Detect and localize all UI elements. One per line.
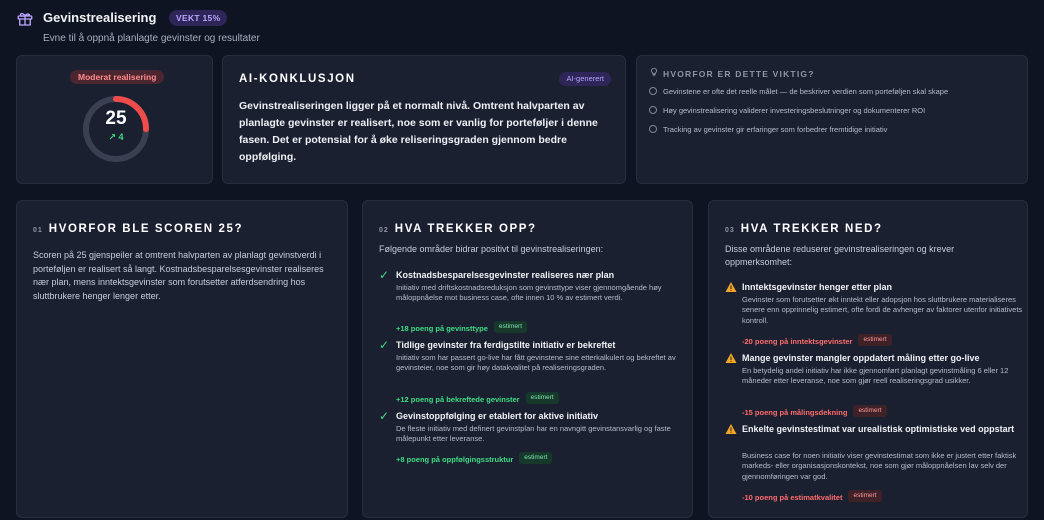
pulls-down-intro: Disse områdene reduserer gevinstrealiser… xyxy=(725,244,955,267)
ai-conclusion-card: AI-KONKLUSJON AI-generert Gevinstrealise… xyxy=(222,55,626,184)
estimate-tag: estimert xyxy=(493,320,528,333)
points-label: +8 poeng på oppfølgingsstruktur xyxy=(396,455,514,464)
item-footer: +8 poeng på oppfølgingsstruktur estimert xyxy=(396,449,553,464)
list-item: Tracking av gevinster gir erfaringer som… xyxy=(649,124,1019,135)
points-label: -10 poeng på estimatkvalitet xyxy=(742,493,843,502)
item-title: Enkelte gevinstestimat var urealistisk o… xyxy=(742,424,1015,434)
item-description: Initiativ som har passert go-live har få… xyxy=(396,353,676,373)
status-badge: Moderat realisering xyxy=(70,70,165,84)
item-title: Gevinstoppfølging er etablert for aktive… xyxy=(396,411,599,421)
estimate-tag: estimert xyxy=(853,404,887,417)
page-subtitle: Evne til å oppnå planlagte gevinster og … xyxy=(43,33,260,44)
pulls-up-card: 02 HVA TREKKER OPP? Følgende områder bidr… xyxy=(362,200,693,518)
score-value: 25 xyxy=(105,108,127,129)
list-item-text: Høy gevinstrealisering validerer investe… xyxy=(663,106,926,115)
checkmark-icon: ✓ xyxy=(379,338,390,352)
score-card: Moderat realisering 25 ↗ 4 xyxy=(16,55,213,184)
why-important-list: Gevinstene er ofte det reelle målet — de… xyxy=(649,86,1019,143)
check-circle-icon xyxy=(649,87,657,95)
estimate-tag: estimert xyxy=(519,451,553,464)
points-label: -20 poeng på inntektsgevinster xyxy=(742,337,853,346)
list-item-text: Gevinstene er ofte det reelle målet — de… xyxy=(663,87,949,96)
check-circle-icon xyxy=(649,125,657,133)
estimate-tag: estimert xyxy=(525,391,559,404)
estimate-tag: estimert xyxy=(848,489,882,502)
item-description: En betydelig andel initiativ har ikke gj… xyxy=(742,366,1009,386)
item-title: Kostnadsbesparelsesgevinster realiseres … xyxy=(396,270,615,280)
list-item: Gevinstene er ofte det reelle målet — de… xyxy=(649,86,1019,97)
item-footer: -10 poeng på estimatkvalitet estimert xyxy=(742,487,882,502)
item-footer: +18 poeng på gevinsttype estimert xyxy=(396,318,528,333)
checkmark-icon: ✓ xyxy=(379,268,390,282)
pulls-down-card: 03 HVA TREKKER NED? Disse områdene reduse… xyxy=(708,200,1028,518)
warning-triangle-icon xyxy=(725,282,737,292)
why-important-title: HVORFOR ER DETTE VIKTIG? xyxy=(663,69,815,79)
page-title: Gevinstrealisering xyxy=(43,10,157,25)
why-score-text: Scoren på 25 gjenspeiler at omtrent halv… xyxy=(33,250,324,301)
item-footer: -15 poeng på målingsdekning estimert xyxy=(742,402,887,417)
warning-triangle-icon xyxy=(725,424,737,434)
checkmark-icon: ✓ xyxy=(379,409,390,423)
points-label: +12 poeng på bekreftede gevinster xyxy=(396,395,520,404)
section-number: 03 xyxy=(725,227,735,234)
item-footer: +12 poeng på bekreftede gevinster estimer… xyxy=(396,389,559,404)
why-important-heading: HVORFOR ER DETTE VIKTIG? xyxy=(649,67,815,79)
pulls-up-heading: 02 HVA TREKKER OPP? xyxy=(379,219,537,237)
estimate-tag: estimert xyxy=(858,333,892,346)
ai-conclusion-title: AI-KONKLUSJON xyxy=(239,73,356,85)
pulls-up-title: HVA TREKKER OPP? xyxy=(394,223,537,235)
ai-generated-badge: AI-generert xyxy=(559,72,611,86)
warning-triangle-icon xyxy=(725,353,737,363)
item-title: Inntektsgevinster henger etter plan xyxy=(742,282,893,292)
check-circle-icon xyxy=(649,106,657,114)
why-score-card: 01 HVORFOR BLE SCOREN 25? Scoren på 25 gj… xyxy=(16,200,348,518)
list-item-text: Tracking av gevinster gir erfaringer som… xyxy=(663,125,888,134)
weight-badge: VEKT 15% xyxy=(169,10,228,26)
score-delta: ↗ 4 xyxy=(108,132,124,142)
item-footer: -20 poeng på inntektsgevinster estimert xyxy=(742,331,892,346)
pulls-up-intro: Følgende områder bidrar positivt til gev… xyxy=(379,244,604,254)
item-description: Initiativ med driftskostnadsreduksjon so… xyxy=(396,283,662,303)
gift-icon xyxy=(17,12,33,26)
item-description: De fleste initiativ med definert gevinst… xyxy=(396,424,671,444)
page-header: Gevinstrealisering VEKT 15% Evne til å o… xyxy=(16,8,1026,48)
why-score-heading: 01 HVORFOR BLE SCOREN 25? xyxy=(33,219,243,237)
section-number: 01 xyxy=(33,227,43,234)
pulls-down-title: HVA TREKKER NED? xyxy=(740,223,883,235)
list-item: Høy gevinstrealisering validerer investe… xyxy=(649,105,1019,116)
why-important-card: HVORFOR ER DETTE VIKTIG? Gevinstene er o… xyxy=(636,55,1028,184)
pulls-down-heading: 03 HVA TREKKER NED? xyxy=(725,219,883,237)
lightbulb-icon xyxy=(651,67,657,77)
points-label: -15 poeng på målingsdekning xyxy=(742,408,848,417)
ai-conclusion-text: Gevinstrealiseringen ligger på et normal… xyxy=(239,100,598,163)
item-title: Mange gevinster mangler oppdatert måling… xyxy=(742,353,980,363)
item-title: Tidlige gevinster fra ferdigstilte initi… xyxy=(396,340,616,350)
points-label: +18 poeng på gevinsttype xyxy=(396,324,488,333)
why-score-title: HVORFOR BLE SCOREN 25? xyxy=(48,223,244,235)
item-description: Gevinster som forutsetter økt inntekt el… xyxy=(742,295,1023,325)
section-number: 02 xyxy=(379,227,389,234)
item-description: Business case for noen initiativ viser g… xyxy=(742,451,1017,481)
